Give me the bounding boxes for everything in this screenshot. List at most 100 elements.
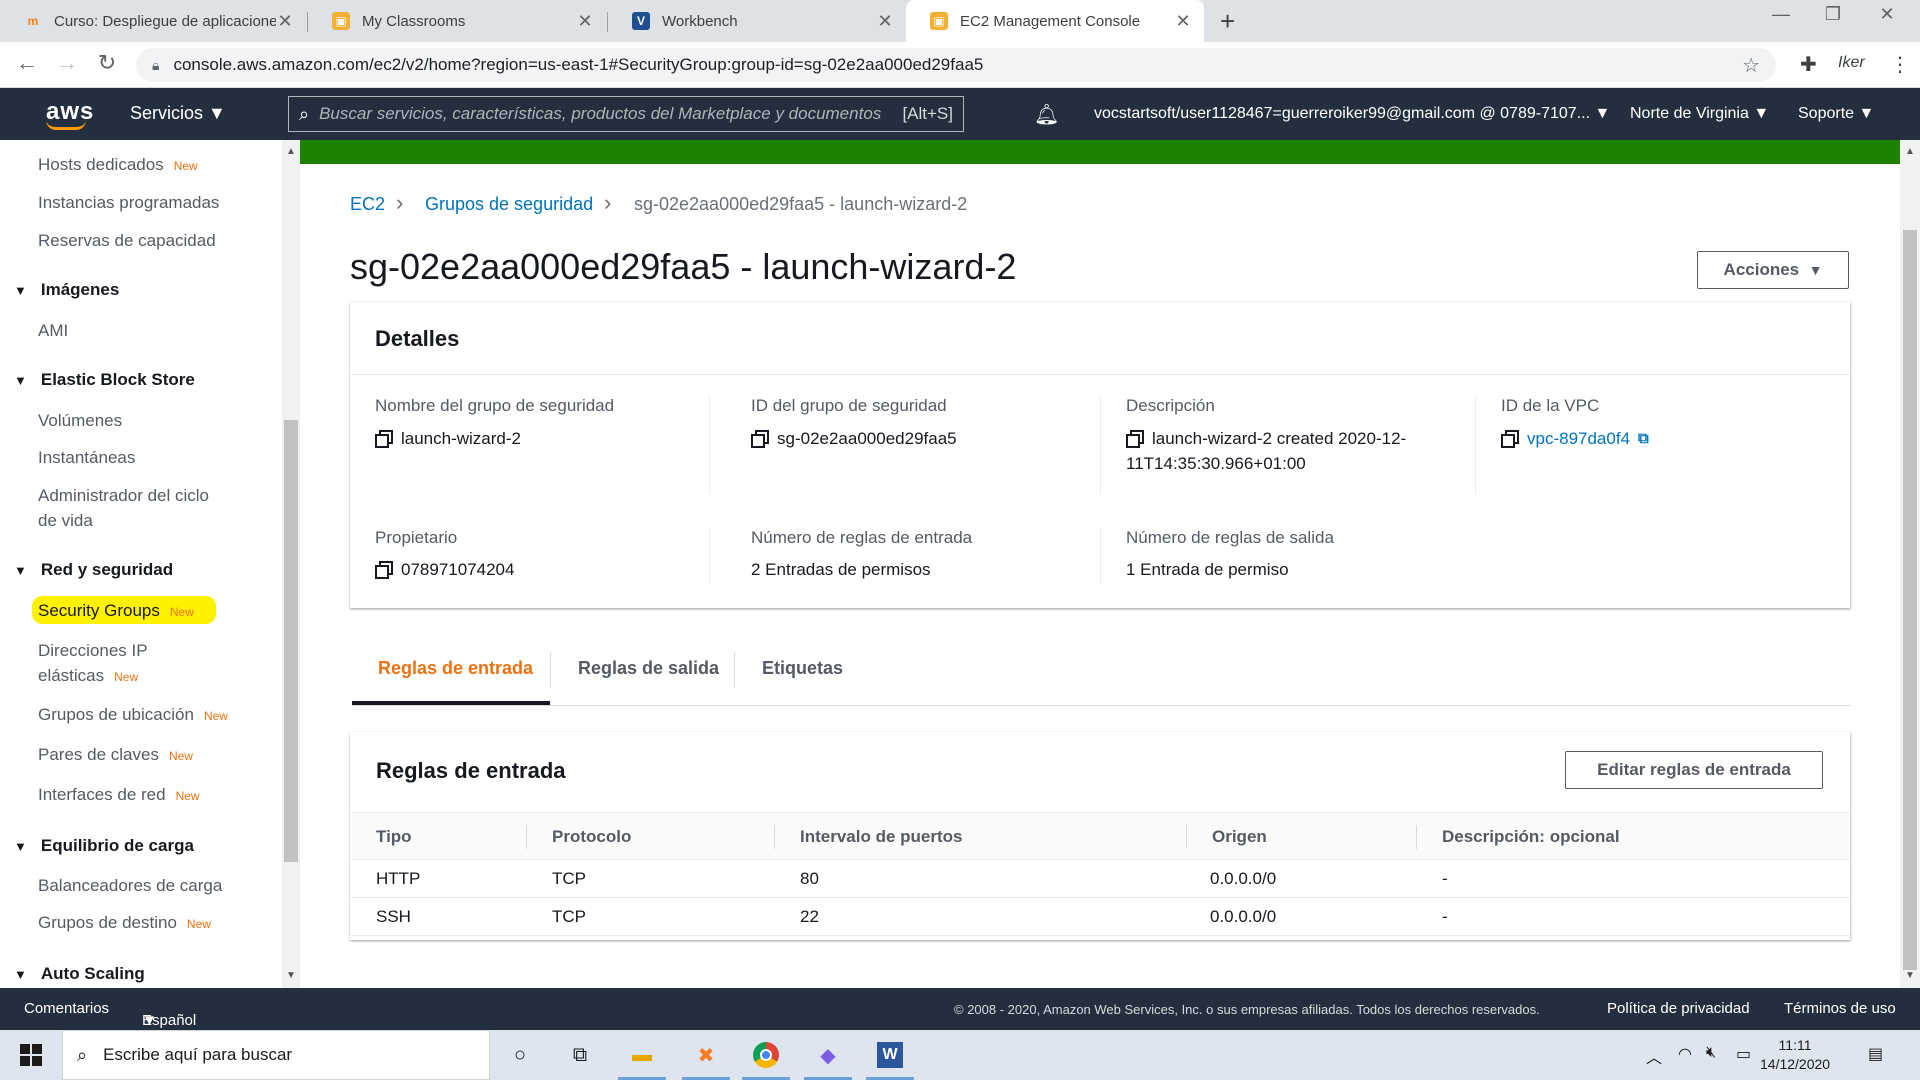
notifications-bell-icon[interactable]: 🔔︎: [1034, 102, 1059, 127]
sidebar-item-snapshots[interactable]: Instantáneas: [38, 445, 135, 470]
column-header-protocol[interactable]: Protocolo: [552, 827, 631, 847]
xampp-icon[interactable]: ✖: [682, 1038, 730, 1080]
sidebar-scrollbar[interactable]: ▲ ▼: [282, 140, 300, 988]
aws-search-input[interactable]: ⌕ Buscar servicios, características, pro…: [288, 96, 964, 132]
windows-start-icon[interactable]: [20, 1044, 42, 1066]
browser-tab[interactable]: m Curso: Despliegue de aplicacione ✕: [0, 0, 306, 42]
edit-inbound-rules-button[interactable]: Editar reglas de entrada: [1565, 751, 1823, 789]
sidebar-item-elastic-ips[interactable]: Direcciones IP elásticas New: [38, 638, 148, 690]
support-menu[interactable]: Soporte ▼: [1798, 105, 1874, 123]
privacy-link[interactable]: Política de privacidad: [1607, 1000, 1750, 1017]
clock-date: 14/12/2020: [1760, 1056, 1831, 1072]
copy-icon[interactable]: [375, 430, 393, 448]
cell-type: SSH: [376, 907, 411, 926]
chevron-up-icon[interactable]: ︿: [1646, 1044, 1662, 1068]
copy-icon[interactable]: [1126, 430, 1144, 448]
account-menu[interactable]: vocstartsoft/user1128467=guerreroiker99@…: [1094, 105, 1610, 123]
sidebar-item-placement-groups[interactable]: Grupos de ubicación New: [38, 702, 228, 729]
task-view-icon[interactable]: ⧉: [562, 1038, 598, 1072]
battery-icon[interactable]: ▭: [1736, 1044, 1751, 1064]
notifications-icon[interactable]: ▤: [1868, 1044, 1883, 1064]
copy-icon[interactable]: [375, 561, 393, 579]
vpc-link[interactable]: vpc-897da0f4: [1527, 426, 1630, 451]
column-header-description[interactable]: Descripción: opcional: [1442, 827, 1620, 847]
address-bar[interactable]: 🔒︎ console.aws.amazon.com/ec2/v2/home?re…: [136, 48, 1776, 82]
breadcrumb-security-groups[interactable]: Grupos de seguridad: [425, 194, 593, 215]
region-menu[interactable]: Norte de Virginia ▼: [1630, 105, 1769, 123]
scroll-up-icon[interactable]: ▲: [1905, 146, 1915, 157]
services-menu[interactable]: Servicios ▼: [130, 103, 226, 124]
copy-icon[interactable]: [1501, 430, 1519, 448]
vocareum-icon: V: [632, 12, 650, 30]
cell-port-range: 80: [800, 869, 819, 888]
close-tab-icon[interactable]: ✕: [1174, 11, 1192, 32]
word-icon[interactable]: W: [866, 1038, 914, 1080]
sg-name-label: Nombre del grupo de seguridad: [375, 396, 615, 415]
scroll-thumb[interactable]: [1903, 230, 1917, 970]
back-icon[interactable]: ←: [12, 50, 42, 76]
extensions-icon[interactable]: ✚: [1800, 52, 1817, 77]
browser-tab[interactable]: ▣ My Classrooms ✕: [308, 0, 606, 42]
tab-tags[interactable]: Etiquetas: [762, 658, 843, 679]
sidebar-item-key-pairs[interactable]: Pares de claves New: [38, 742, 193, 769]
sidebar-item-label: Grupos de destino: [38, 913, 177, 932]
profile-avatar[interactable]: Iker: [1838, 54, 1865, 72]
volume-muted-icon[interactable]: 🔇︎: [1706, 1044, 1716, 1062]
minimize-icon[interactable]: —: [1758, 4, 1804, 25]
file-explorer-icon[interactable]: ▬: [618, 1038, 666, 1080]
app-icon[interactable]: ◆: [804, 1038, 852, 1080]
reload-icon[interactable]: ↻: [92, 50, 122, 76]
main-scrollbar[interactable]: ▲ ▼: [1900, 140, 1920, 988]
sidebar-item-volumes[interactable]: Volúmenes: [38, 408, 122, 433]
menu-icon[interactable]: ⋮: [1890, 52, 1910, 77]
new-tab-icon[interactable]: +: [1220, 6, 1235, 37]
close-tab-icon[interactable]: ✕: [276, 11, 294, 32]
sidebar-section-images[interactable]: ▼ Imágenes: [14, 280, 119, 300]
sidebar-item-security-groups[interactable]: Security Groups New: [38, 598, 194, 625]
breadcrumb-ec2[interactable]: EC2: [350, 194, 385, 215]
clock[interactable]: 11:11 14/12/2020: [1760, 1036, 1830, 1074]
browser-tab[interactable]: V Workbench ✕: [608, 0, 906, 42]
terms-link[interactable]: Términos de uso: [1784, 1000, 1896, 1017]
taskbar-search-input[interactable]: ⌕ Escribe aquí para buscar: [62, 1030, 490, 1080]
restore-icon[interactable]: ❐: [1810, 4, 1856, 25]
feedback-link[interactable]: Comentarios: [24, 1000, 109, 1017]
column-header-type[interactable]: Tipo: [376, 827, 412, 847]
forward-icon[interactable]: →: [52, 50, 82, 76]
browser-tab-active[interactable]: ▣ EC2 Management Console ✕: [906, 0, 1204, 42]
column-header-source[interactable]: Origen: [1212, 827, 1267, 847]
cortana-icon[interactable]: ○: [502, 1038, 538, 1072]
tab-outbound-rules[interactable]: Reglas de salida: [578, 658, 719, 679]
sidebar-item-target-groups[interactable]: Grupos de destino New: [38, 910, 211, 937]
scroll-down-icon[interactable]: ▼: [1905, 970, 1915, 981]
copy-icon[interactable]: [751, 430, 769, 448]
sidebar-item-capacity-reservations[interactable]: Reservas de capacidad: [38, 228, 216, 253]
sidebar-item-ami[interactable]: AMI: [38, 318, 68, 343]
sidebar-section-ebs[interactable]: ▼ Elastic Block Store: [14, 370, 195, 390]
chrome-icon[interactable]: [742, 1038, 790, 1080]
sidebar-item-network-interfaces[interactable]: Interfaces de red New: [38, 782, 200, 809]
scroll-thumb[interactable]: [284, 420, 298, 862]
scroll-down-icon[interactable]: ▼: [286, 970, 296, 981]
actions-button[interactable]: Acciones ▼: [1697, 251, 1849, 289]
aws-logo[interactable]: aws: [46, 98, 94, 130]
close-tab-icon[interactable]: ✕: [576, 11, 594, 32]
sidebar-section-load-balancing[interactable]: ▼ Equilibrio de carga: [14, 836, 194, 856]
sidebar-item-dedicated-hosts[interactable]: Hosts dedicados New: [38, 152, 198, 179]
sg-id-value: sg-02e2aa000ed29faa5: [751, 426, 957, 451]
scroll-up-icon[interactable]: ▲: [286, 146, 296, 157]
sidebar-section-auto-scaling[interactable]: ▼ Auto Scaling: [14, 964, 145, 984]
network-icon[interactable]: ◠: [1678, 1044, 1692, 1064]
desc-line: 11T14:35:30.966+01:00: [1126, 454, 1306, 473]
sidebar-item-lifecycle-manager[interactable]: Administrador del ciclo de vida: [38, 483, 209, 533]
bookmark-star-icon[interactable]: ☆: [1742, 53, 1760, 78]
tab-inbound-rules[interactable]: Reglas de entrada: [378, 658, 533, 679]
column-header-port-range[interactable]: Intervalo de puertos: [800, 827, 962, 847]
close-window-icon[interactable]: ✕: [1864, 4, 1910, 25]
sidebar-item-scheduled-instances[interactable]: Instancias programadas: [38, 190, 219, 215]
external-link-icon[interactable]: ⧉: [1638, 426, 1649, 451]
sidebar-section-network[interactable]: ▼ Red y seguridad: [14, 560, 173, 580]
close-tab-icon[interactable]: ✕: [876, 11, 894, 32]
sidebar-item-load-balancers[interactable]: Balanceadores de carga: [38, 873, 222, 898]
sidebar-item-label: Direcciones IP: [38, 641, 148, 660]
